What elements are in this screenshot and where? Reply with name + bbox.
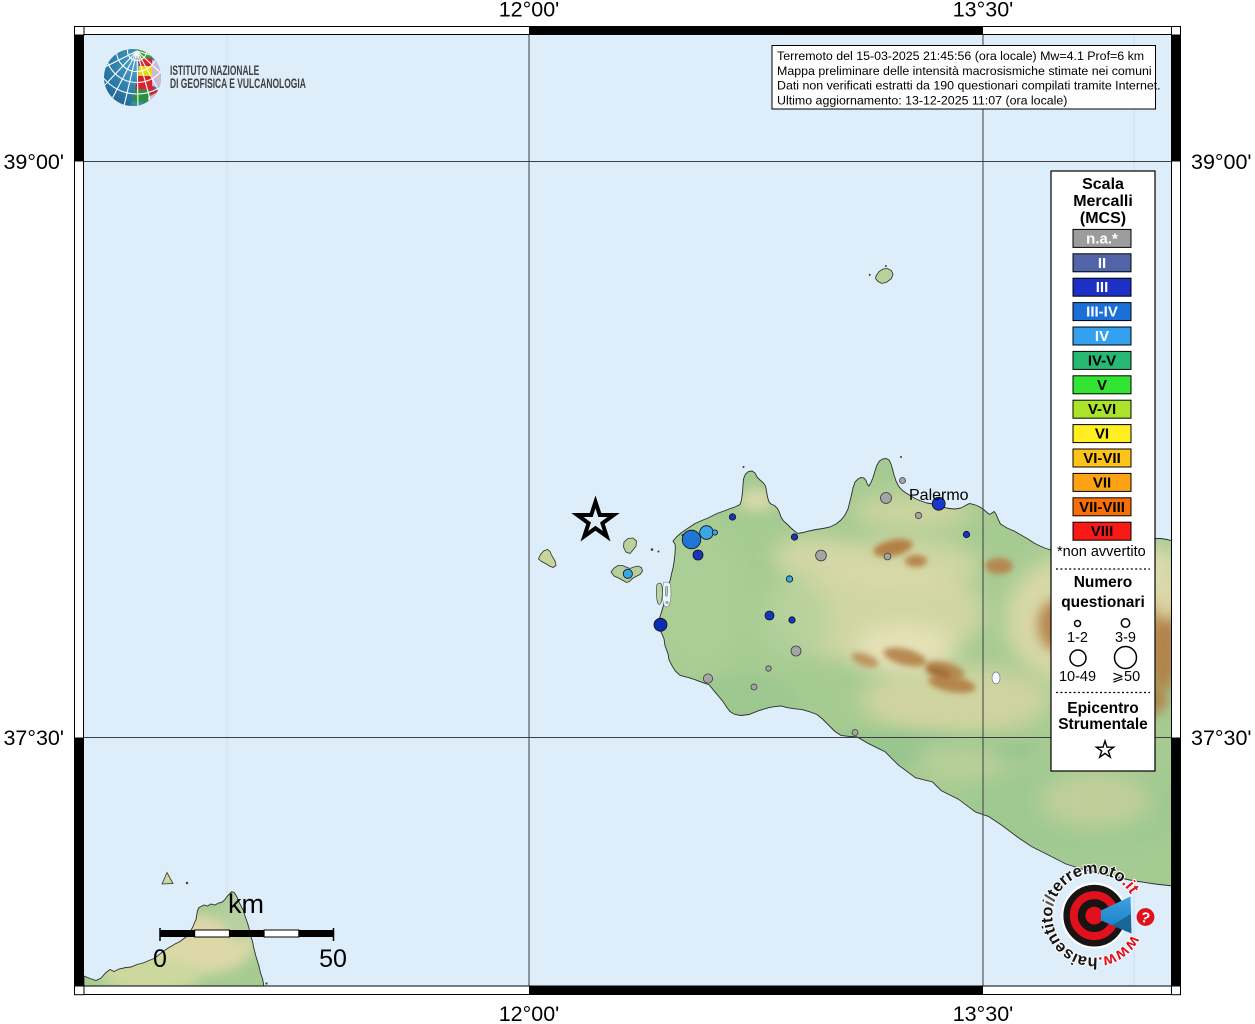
- svg-text:DI GEOFISICA E VULCANOLOGIA: DI GEOFISICA E VULCANOLOGIA: [170, 76, 306, 91]
- svg-text:37°30': 37°30': [3, 726, 64, 750]
- svg-text:V-VI: V-VI: [1088, 401, 1116, 418]
- svg-text:IV-V: IV-V: [1088, 352, 1116, 369]
- svg-text:(MCS): (MCS): [1080, 210, 1126, 227]
- svg-text:n.a.*: n.a.*: [1086, 230, 1118, 247]
- svg-text:V: V: [1097, 377, 1107, 394]
- svg-text:Dati non verificati estratti d: Dati non verificati estratti da 190 ques…: [777, 79, 1161, 93]
- svg-text:37°30': 37°30': [1191, 726, 1252, 750]
- svg-text:12°00': 12°00': [499, 0, 560, 22]
- svg-text:Scala: Scala: [1082, 176, 1124, 193]
- svg-text:VI: VI: [1095, 426, 1109, 443]
- svg-text:Terremoto del 15-03-2025 21:45: Terremoto del 15-03-2025 21:45:56 (ora l…: [777, 49, 1144, 63]
- svg-text:13°30': 13°30': [953, 0, 1014, 22]
- svg-text:III-IV: III-IV: [1086, 304, 1118, 321]
- svg-text:12°00': 12°00': [499, 1002, 560, 1024]
- svg-text:⩾50: ⩾50: [1112, 669, 1140, 685]
- svg-text:0: 0: [153, 945, 167, 973]
- svg-text:Palermo: Palermo: [909, 487, 969, 504]
- svg-text:3-9: 3-9: [1115, 630, 1136, 646]
- svg-text:Numero: Numero: [1074, 574, 1133, 591]
- svg-text:Mappa preliminare delle intens: Mappa preliminare delle intensità macros…: [777, 64, 1152, 78]
- svg-text:1-2: 1-2: [1067, 630, 1088, 646]
- svg-text:50: 50: [319, 945, 347, 973]
- svg-text:Mercalli: Mercalli: [1073, 193, 1133, 210]
- svg-text:VI-VII: VI-VII: [1083, 450, 1121, 467]
- svg-text:39°00': 39°00': [1191, 150, 1252, 174]
- svg-text:VIII: VIII: [1091, 523, 1114, 540]
- svg-text:III: III: [1096, 279, 1109, 296]
- svg-text:questionari: questionari: [1061, 594, 1145, 611]
- svg-text:IV: IV: [1095, 328, 1109, 345]
- svg-text:Strumentale: Strumentale: [1058, 716, 1148, 733]
- svg-text:39°00': 39°00': [3, 150, 64, 174]
- svg-text:VII: VII: [1093, 474, 1111, 491]
- svg-text:Epicentro: Epicentro: [1067, 700, 1138, 717]
- svg-text:VII-VIII: VII-VIII: [1079, 499, 1125, 516]
- svg-text:10-49: 10-49: [1059, 669, 1096, 685]
- svg-text:km: km: [228, 889, 264, 919]
- svg-text:*non avvertito: *non avvertito: [1057, 544, 1146, 560]
- svg-text:II: II: [1098, 255, 1106, 272]
- svg-text:Ultimo aggiornamento: 13-12-20: Ultimo aggiornamento: 13-12-2025 11:07 (…: [777, 93, 1067, 107]
- svg-text:13°30': 13°30': [953, 1002, 1014, 1024]
